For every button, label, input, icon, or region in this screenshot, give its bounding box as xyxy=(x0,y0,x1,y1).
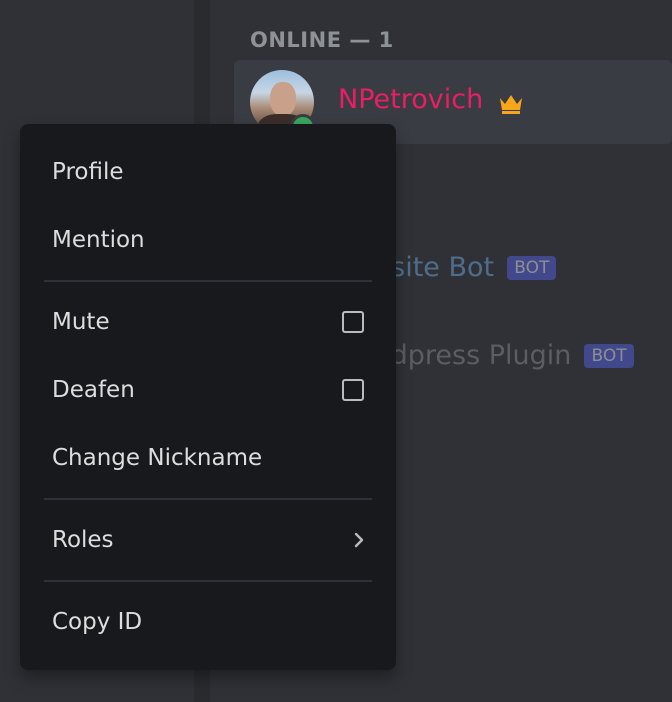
menu-item-mute[interactable]: Mute xyxy=(32,296,384,348)
member-name[interactable]: rdpress Plugin xyxy=(380,340,571,371)
menu-item-label: Change Nickname xyxy=(52,445,263,471)
menu-item-deafen[interactable]: Deafen xyxy=(32,364,384,416)
menu-item-copy-id[interactable]: Copy ID xyxy=(32,596,384,648)
menu-item-mention[interactable]: Mention xyxy=(32,214,384,266)
menu-separator xyxy=(44,580,372,582)
deafen-checkbox[interactable] xyxy=(342,379,364,401)
bot-badge: BOT xyxy=(584,343,634,368)
chevron-right-icon xyxy=(354,532,364,548)
menu-item-label: Roles xyxy=(52,527,114,553)
menu-item-label: Deafen xyxy=(52,377,135,403)
menu-separator xyxy=(44,498,372,500)
menu-item-label: Profile xyxy=(52,159,124,185)
crown-icon xyxy=(500,95,522,114)
menu-item-profile[interactable]: Profile xyxy=(32,146,384,198)
menu-item-change-nickname[interactable]: Change Nickname xyxy=(32,432,384,484)
member-row-wordpress-plugin[interactable]: rdpress Plugin BOT xyxy=(380,340,634,380)
menu-item-label: Mute xyxy=(52,309,110,335)
menu-item-label: Mention xyxy=(52,227,145,253)
menu-separator xyxy=(44,280,372,282)
user-context-menu: Profile Mention Mute Deafen Change Nickn… xyxy=(20,124,396,670)
online-section-header: ONLINE — 1 xyxy=(250,28,394,52)
menu-item-label: Copy ID xyxy=(52,609,143,635)
mute-checkbox[interactable] xyxy=(342,311,364,333)
bot-badge: BOT xyxy=(507,255,557,280)
menu-item-roles[interactable]: Roles xyxy=(32,514,384,566)
member-name[interactable]: NPetrovich xyxy=(338,84,483,115)
member-row-website-bot[interactable]: bsite Bot BOT xyxy=(374,252,557,292)
